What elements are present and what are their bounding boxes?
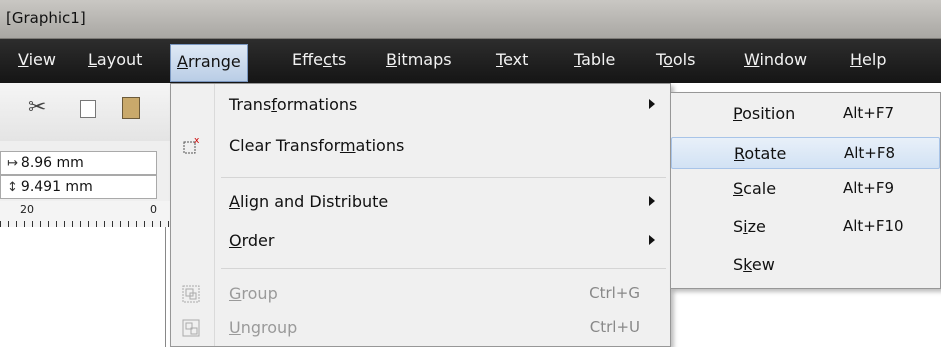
shortcut-label: Ctrl+U <box>589 318 640 336</box>
width-value: 8.96 mm <box>20 155 84 171</box>
shortcut-label: Alt+F9 <box>843 179 895 197</box>
object-height-field[interactable]: ↕ 9.491 mm <box>0 175 157 199</box>
submenu-arrow-icon <box>649 99 655 109</box>
menu-item-ungroup[interactable]: Ungroup Ctrl+U <box>171 312 670 344</box>
shortcut-label: Alt+F8 <box>844 144 896 162</box>
height-value: 9.491 mm <box>20 179 93 195</box>
submenu-item-rotate[interactable]: Rotate Alt+F8 <box>671 137 940 169</box>
submenu-item-position[interactable]: Position Alt+F7 <box>671 98 940 130</box>
shortcut-label: Alt+F7 <box>843 104 895 122</box>
menu-help[interactable]: Help <box>850 39 886 83</box>
shortcut-label: Alt+F10 <box>843 217 904 235</box>
ruler-label: 20 <box>20 203 34 216</box>
menu-separator <box>221 177 666 178</box>
menu-item-order[interactable]: Order <box>171 225 670 257</box>
submenu-item-size[interactable]: Size Alt+F10 <box>671 211 940 243</box>
menu-item-transformations[interactable]: Transformations <box>171 89 670 121</box>
submenu-item-scale[interactable]: Scale Alt+F9 <box>671 173 940 205</box>
submenu-arrow-icon <box>649 235 655 245</box>
menu-layout[interactable]: Layout <box>88 39 142 83</box>
width-arrow-icon: ↦ <box>7 156 18 171</box>
shortcut-label: Ctrl+G <box>589 284 640 302</box>
menu-bar: View Layout Arrange Effects Bitmaps Text… <box>0 39 941 83</box>
page-border <box>165 227 166 347</box>
ruler-label: 0 <box>150 203 157 216</box>
paste-icon[interactable] <box>122 97 140 119</box>
menu-item-clear-transformations[interactable]: x Clear Transformations <box>171 130 670 162</box>
scissors-icon[interactable]: ✂ <box>28 95 46 120</box>
menu-item-align-distribute[interactable]: Align and Distribute <box>171 186 670 218</box>
menu-window[interactable]: Window <box>744 39 807 83</box>
menu-bitmaps[interactable]: Bitmaps <box>386 39 452 83</box>
object-width-field[interactable]: ↦ 8.96 mm <box>0 151 157 175</box>
submenu-arrow-icon <box>649 196 655 206</box>
group-icon <box>182 285 200 303</box>
svg-text:x: x <box>194 136 200 146</box>
menu-separator <box>221 268 666 269</box>
menu-arrange[interactable]: Arrange <box>170 44 248 82</box>
drawing-canvas[interactable] <box>0 227 170 347</box>
menu-effects[interactable]: Effects <box>292 39 346 83</box>
clear-transformations-icon: x <box>183 136 200 154</box>
menu-item-group[interactable]: Group Ctrl+G <box>171 278 670 310</box>
property-bar: ↦ 8.96 mm ↕ 9.491 mm <box>0 141 170 201</box>
standard-toolbar: ✂ <box>0 83 170 142</box>
arrange-menu: Transformations x Clear Transformations … <box>170 83 671 347</box>
menu-table[interactable]: Table <box>574 39 615 83</box>
menu-view[interactable]: View <box>18 39 56 83</box>
title-bar: [Graphic1] <box>0 0 941 39</box>
ungroup-icon <box>182 319 200 337</box>
submenu-item-skew[interactable]: Skew <box>671 249 940 281</box>
height-arrow-icon: ↕ <box>7 180 18 195</box>
copy-icon[interactable] <box>80 100 96 118</box>
menu-tools[interactable]: Tools <box>656 39 695 83</box>
horizontal-ruler: 20 0 <box>0 201 170 228</box>
window-title: [Graphic1] <box>6 9 86 27</box>
transformations-submenu: Position Alt+F7 Rotate Alt+F8 Scale Alt+… <box>670 92 941 289</box>
menu-text[interactable]: Text <box>496 39 528 83</box>
